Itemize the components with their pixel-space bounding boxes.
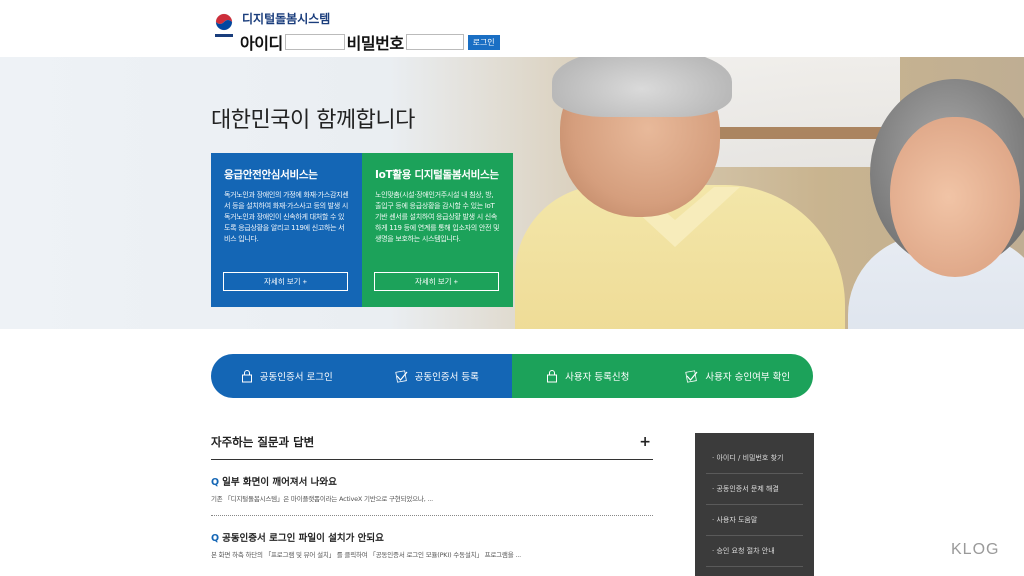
check-icon xyxy=(685,370,698,383)
quick-links-panel: · 아이디 / 비밀번호 찾기 · 공동인증서 문제 해결 · 사용자 도움말 … xyxy=(695,433,814,576)
faq-section: 자주하는 질문과 답변 + Q 일부 화면이 깨어져서 나와요 기존 「디지털돌봄… xyxy=(211,424,653,571)
cert-register-button[interactable]: 공동인증서 등록 xyxy=(361,354,512,398)
iot-service-card: IoT활용 디지털돌봄서비스는 노인맞춤(시설·장애인거주시설 내 침상, 방,… xyxy=(362,153,513,307)
main-content: 공동인증서 로그인 공동인증서 등록 사용자 등록신청 사용자 승인여부 확인 … xyxy=(0,329,1024,576)
card-description: 노인맞춤(시설·장애인거주시설 내 침상, 방, 출입구 등에 응급상황을 감시… xyxy=(375,191,500,243)
user-register-button[interactable]: 사용자 등록신청 xyxy=(512,354,663,398)
action-label: 사용자 등록신청 xyxy=(565,372,630,383)
emergency-more-button[interactable]: 자세히 보기 + xyxy=(223,272,348,291)
id-label: 아이디 xyxy=(240,34,283,53)
faq-item[interactable]: Q 공동인증서 로그인 파일이 설치가 안되요 본 화면 하측 하단의 「프로그램… xyxy=(211,516,653,571)
id-input[interactable] xyxy=(284,34,345,50)
site-title[interactable]: 디지털돌봄시스템 xyxy=(242,10,330,27)
iot-more-button[interactable]: 자세히 보기 + xyxy=(374,272,499,291)
cert-login-button[interactable]: 공동인증서 로그인 xyxy=(211,354,362,398)
hero-photo-man-hair xyxy=(552,57,732,117)
action-label: 사용자 승인여부 확인 xyxy=(705,372,791,383)
quick-link-cert-troubleshoot[interactable]: · 공동인증서 문제 해결 xyxy=(706,474,803,505)
faq-question-text: 일부 화면이 깨어져서 나와요 xyxy=(222,477,337,488)
watermark: KLOG xyxy=(951,541,1000,558)
hero-background-shelf xyxy=(700,127,900,139)
page: 디지털돌봄시스템 아이디 비밀번호 로그인 대한민국이 함께합니다 응급안전안심… xyxy=(0,0,1024,576)
login-form: 아이디 비밀번호 로그인 xyxy=(240,32,500,53)
hero-title: 대한민국이 함께합니다 xyxy=(211,108,415,133)
lock-icon xyxy=(547,370,558,383)
password-input[interactable] xyxy=(405,34,464,50)
card-description: 독거노인과 장애인의 가정에 화재·가스감지센서 등을 설치하여 화재·가스사고… xyxy=(224,191,349,243)
faq-question: Q 일부 화면이 깨어져서 나와요 xyxy=(211,474,653,488)
action-label: 공동인증서 등록 xyxy=(414,372,479,383)
lock-icon xyxy=(241,370,252,383)
action-bar: 공동인증서 로그인 공동인증서 등록 사용자 등록신청 사용자 승인여부 확인 xyxy=(211,354,813,398)
login-button[interactable]: 로그인 xyxy=(467,34,500,50)
faq-answer: 기존 「디지털돌봄시스템」은 마이플랫폼이라는 ActiveX 기반으로 구현되… xyxy=(211,495,434,503)
user-approval-check-button[interactable]: 사용자 승인여부 확인 xyxy=(662,354,813,398)
faq-answer: 본 화면 하측 하단의 「프로그램 및 뷰어 설치」 를 클릭하여 「공동인증서… xyxy=(211,551,521,559)
faq-item[interactable]: Q 일부 화면이 깨어져서 나와요 기존 「디지털돌봄시스템」은 마이플랫폼이라는… xyxy=(211,460,653,516)
faq-header: 자주하는 질문과 답변 + xyxy=(211,424,653,460)
password-label: 비밀번호 xyxy=(346,34,404,53)
q-marker: Q xyxy=(211,477,220,488)
card-title: IoT활용 디지털돌봄서비스는 xyxy=(375,169,499,181)
government-emblem-icon xyxy=(215,13,233,37)
hero-banner: 대한민국이 함께합니다 응급안전안심서비스는 독거노인과 장애인의 가정에 화재… xyxy=(0,57,1024,329)
quick-link-find-account[interactable]: · 아이디 / 비밀번호 찾기 xyxy=(706,443,803,474)
hero-photo-woman-face xyxy=(890,117,1020,277)
header: 디지털돌봄시스템 아이디 비밀번호 로그인 xyxy=(0,0,1024,57)
faq-title: 자주하는 질문과 답변 xyxy=(211,434,315,449)
action-label: 공동인증서 로그인 xyxy=(259,372,333,383)
quick-link-user-help[interactable]: · 사용자 도움말 xyxy=(706,505,803,536)
check-icon xyxy=(394,370,408,383)
emergency-service-card: 응급안전안심서비스는 독거노인과 장애인의 가정에 화재·가스감지센서 등을 설… xyxy=(211,153,362,307)
faq-more-button[interactable]: + xyxy=(639,434,651,450)
faq-question: Q 공동인증서 로그인 파일이 설치가 안되요 xyxy=(211,530,653,544)
faq-question-text: 공동인증서 로그인 파일이 설치가 안되요 xyxy=(222,533,384,544)
quick-link-approval-guide[interactable]: · 승인 요청 절차 안내 xyxy=(706,536,803,567)
q-marker: Q xyxy=(211,533,220,544)
card-title: 응급안전안심서비스는 xyxy=(224,169,318,181)
